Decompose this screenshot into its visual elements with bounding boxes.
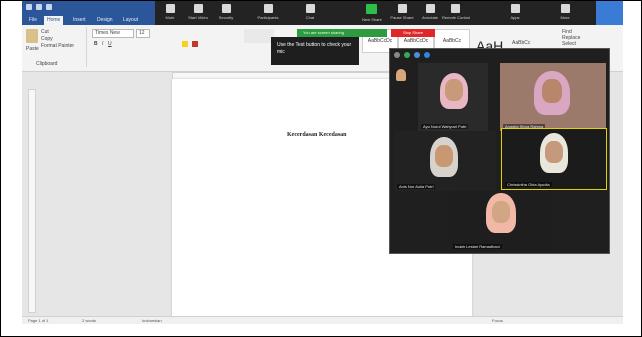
participant-name: Chrissintha Okta Ayudia — [505, 182, 552, 187]
chat-button[interactable]: Chat — [297, 4, 323, 20]
focus-mode-button[interactable]: Focus — [492, 318, 503, 323]
participant-tile-active-speaker[interactable]: Chrissintha Okta Ayudia — [501, 128, 607, 190]
pause-share-button[interactable]: Pause Share — [389, 4, 415, 20]
paste-icon[interactable] — [26, 29, 38, 43]
desktop: File Home Insert Design Layout Paste Cut… — [22, 1, 623, 324]
zoom-toolbar-right: Remote Control Apps More — [440, 1, 623, 25]
tab-file[interactable]: File — [26, 16, 40, 25]
clipboard-group-label: Clipboard — [36, 61, 58, 67]
tab-home[interactable]: Home — [44, 16, 64, 25]
apps-button[interactable]: Apps — [502, 4, 528, 20]
font-size-select[interactable]: 12 — [136, 29, 150, 38]
save-icon[interactable] — [26, 4, 32, 10]
quick-access-toolbar — [26, 4, 52, 10]
gallery-view-icon[interactable] — [424, 52, 430, 58]
left-margin-area — [22, 72, 160, 316]
participant-name: Anis Nur Aulia Putri — [397, 184, 436, 189]
video-icon — [193, 4, 203, 13]
new-share-button[interactable] — [366, 4, 377, 14]
cut-button[interactable]: Cut — [41, 29, 49, 35]
mic-icon — [165, 4, 175, 13]
stop-share-button[interactable]: Stop Share — [391, 29, 435, 37]
annotate-icon — [425, 4, 435, 13]
participant-tile[interactable]: Anis Nur Aulia Putri — [394, 131, 496, 191]
ribbon-divider — [86, 27, 87, 67]
word-count[interactable]: 2 words — [82, 318, 96, 323]
style-subtitle[interactable]: AaBbCc — [512, 40, 530, 46]
more-icon — [560, 4, 570, 13]
format-painter-button[interactable]: Format Painter — [41, 43, 74, 49]
participant-face — [445, 79, 463, 101]
highlight-color-icon[interactable] — [182, 41, 188, 47]
screen-sharing-indicator: You are screen sharing — [297, 29, 387, 37]
vertical-ruler — [28, 89, 36, 313]
copy-button[interactable]: Copy — [41, 36, 53, 42]
mic-tooltip: Use the Test button to check your mic — [271, 37, 359, 65]
font-size-value: 12 — [139, 30, 145, 36]
select-button[interactable]: Select — [562, 41, 618, 47]
paste-label[interactable]: Paste — [26, 46, 39, 52]
security-button[interactable]: Security — [213, 4, 239, 20]
gallery-header — [390, 49, 609, 62]
participant-face — [492, 201, 510, 223]
apps-icon — [510, 4, 520, 13]
chat-icon — [305, 4, 315, 13]
page-count[interactable]: Page 1 of 1 — [28, 318, 48, 323]
status-bar: Page 1 of 1 2 words Indonesian Focus — [22, 316, 623, 324]
paragraph-group — [244, 29, 274, 43]
more-button[interactable]: More — [552, 4, 578, 20]
underline-button[interactable]: U — [108, 41, 112, 47]
font-name-select[interactable]: Times New — [92, 29, 134, 38]
redo-icon[interactable] — [46, 4, 52, 10]
speaker-view-icon[interactable] — [414, 52, 420, 58]
security-icon — [221, 4, 231, 13]
screenshot-frame: File Home Insert Design Layout Paste Cut… — [0, 0, 642, 337]
self-avatar — [396, 69, 406, 81]
font-name-value: Times New — [95, 30, 120, 36]
zoom-meeting-toolbar: Mute Start Video Security Participants C… — [155, 1, 440, 25]
remote-control-button[interactable]: Remote Control — [442, 4, 470, 20]
minimize-icon[interactable] — [394, 52, 400, 58]
participant-face — [435, 145, 453, 167]
italic-button[interactable]: I — [102, 41, 103, 47]
participant-face — [545, 141, 563, 163]
new-share-label-wrap: New Share — [362, 17, 382, 22]
participant-face — [542, 79, 562, 103]
font-color-icon[interactable] — [192, 41, 198, 47]
word-window-controls[interactable] — [596, 1, 623, 25]
mute-button[interactable]: Mute — [157, 4, 183, 20]
remote-icon — [450, 4, 460, 13]
participant-tile[interactable]: Indah Lestari Ramadhani — [450, 191, 550, 251]
tab-layout[interactable]: Layout — [120, 16, 141, 25]
language-indicator[interactable]: Indonesian — [142, 318, 162, 323]
tab-insert[interactable]: Insert — [70, 16, 89, 25]
bold-button[interactable]: B — [94, 41, 98, 47]
participants-icon — [263, 4, 273, 13]
zoom-gallery-view: Ayu Nurul Wahyuni Putri Anggita Silvia R… — [389, 48, 610, 254]
participant-tile[interactable]: Anggita Silvia Rahma — [500, 63, 606, 131]
participant-tile[interactable]: Ayu Nurul Wahyuni Putri — [418, 63, 488, 131]
undo-icon[interactable] — [36, 4, 42, 10]
pause-icon — [397, 4, 407, 13]
participant-name: Ayu Nurul Wahyuni Putri — [421, 124, 469, 129]
participants-button[interactable]: Participants — [255, 4, 281, 20]
start-video-button[interactable]: Start Video — [185, 4, 211, 20]
document-text[interactable]: Kecerdasan Kecedasan — [287, 132, 347, 138]
participant-name: Indah Lestari Ramadhani — [453, 244, 502, 249]
view-icon[interactable] — [404, 52, 410, 58]
tab-design[interactable]: Design — [94, 16, 116, 25]
